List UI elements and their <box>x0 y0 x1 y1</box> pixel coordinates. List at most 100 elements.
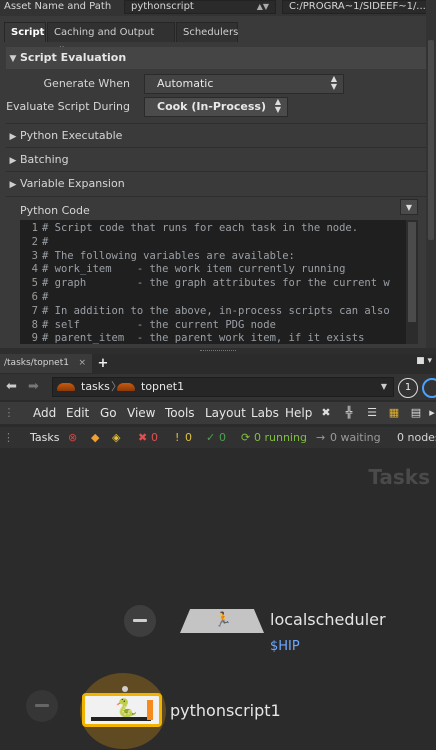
scheduler-figure-icon: 🏃 <box>214 612 232 628</box>
tab-network-path[interactable]: /tasks/topnet1 × <box>0 354 92 373</box>
generate-when-label: Generate When <box>43 77 130 90</box>
menu-help[interactable]: Help <box>285 402 312 424</box>
link-icon[interactable] <box>422 378 436 398</box>
tab-label: /tasks/topnet1 <box>4 358 69 368</box>
code-line: 1 # Script code that runs for each task i… <box>31 222 359 234</box>
top-context-icon <box>57 383 75 391</box>
wrench-icon[interactable]: ✖ <box>320 407 332 419</box>
running-count: 0 running <box>254 431 307 444</box>
running-icon: ⟳ <box>241 431 251 444</box>
tree-icon[interactable]: ╬ <box>343 407 355 419</box>
menu-layout[interactable]: Layout <box>205 402 246 424</box>
section-title: Script Evaluation <box>20 51 127 64</box>
divider <box>6 123 426 124</box>
grid-color-icon[interactable]: ▦ <box>388 407 400 419</box>
nodes-count: 0 nodes <box>397 431 436 444</box>
localscheduler-node[interactable]: 🏃 <box>180 609 264 633</box>
input-connector-icon[interactable] <box>122 686 128 692</box>
cancel-circle-icon[interactable]: ⊗ <box>68 427 77 449</box>
done-count: 0 <box>219 431 226 444</box>
context-watermark: Tasks <box>368 465 430 489</box>
tab-script[interactable]: Script <box>4 22 46 42</box>
check-icon: ✓ <box>206 431 216 444</box>
evaluate-during-value: Cook (In-Process) <box>157 100 266 113</box>
breadcrumb-tasks[interactable]: tasks <box>57 378 110 396</box>
warning-count: 0 <box>185 431 192 444</box>
pin-badge[interactable]: 1 <box>398 378 418 398</box>
chevron-updown-icon[interactable]: ▲▼ <box>257 1 269 13</box>
menu-view[interactable]: View <box>127 402 155 424</box>
breadcrumb-topnet[interactable]: topnet1 <box>117 378 184 396</box>
list-icon[interactable]: ☰ <box>366 407 378 419</box>
failed-count: 0 <box>151 431 158 444</box>
code-line: 2 # <box>31 235 49 248</box>
task-status-bar: ⋮ Tasks ⊗ ◆ ◈ ✖ 0 ! 0 ✓ 0 ⟳ 0 running → … <box>0 426 436 448</box>
section-batching[interactable]: ▶ Batching <box>6 149 426 171</box>
code-scrollbar[interactable] <box>406 220 418 344</box>
path-bar: ⬅ ➡ tasks 〉 topnet1 ▼ 1 <box>0 374 436 400</box>
expand-triangle-icon[interactable]: ▶ <box>6 150 20 172</box>
add-tab-button[interactable]: + <box>96 354 110 373</box>
menu-labs[interactable]: Labs <box>251 402 279 424</box>
minus-icon <box>35 704 49 707</box>
more-arrow-icon[interactable]: ▸ <box>428 407 436 419</box>
bypass-toggle[interactable] <box>26 690 58 722</box>
cook-output-icon[interactable]: ◈ <box>112 427 120 449</box>
section-title: Batching <box>20 153 69 166</box>
python-code-editor[interactable]: 1 # Script code that runs for each task i… <box>20 220 406 344</box>
failed-x-icon: ✖ <box>138 431 148 444</box>
section-title: Python Executable <box>20 129 123 142</box>
node-sublabel-hip: $HIP <box>270 639 300 654</box>
cook-run-icon[interactable]: ◆ <box>91 427 99 449</box>
node-label-pythonscript1: pythonscript1 <box>170 701 281 720</box>
asset-name-label: Asset Name and Path <box>4 1 112 12</box>
code-line: 8 # self - the current PDG node <box>31 318 276 331</box>
node-label-localscheduler: localscheduler <box>270 610 386 629</box>
section-python-executable[interactable]: ▶ Python Executable <box>6 125 426 147</box>
menu-go[interactable]: Go <box>100 402 117 424</box>
menu-edit[interactable]: Edit <box>66 402 89 424</box>
network-menu-bar: ⋮ Add Edit Go View Tools Layout Labs Hel… <box>0 402 436 424</box>
generate-when-value: Automatic <box>157 77 214 90</box>
warning-icon: ! <box>175 431 180 444</box>
forward-arrow-icon[interactable]: ➡ <box>28 379 39 394</box>
code-line: 7 # In addition to the above, in-process … <box>31 304 390 317</box>
code-line: 9 # parent_item - the parent work item, i… <box>31 332 365 344</box>
expand-triangle-icon[interactable]: ▶ <box>6 126 20 148</box>
generate-when-menu[interactable]: Automatic ▲ ▼ <box>144 74 344 94</box>
expand-triangle-icon[interactable]: ▶ <box>6 174 20 196</box>
back-arrow-icon[interactable]: ⬅ <box>6 379 17 394</box>
layout-icon[interactable]: ▤ <box>410 407 422 419</box>
pane-menu-icon[interactable]: ■ ▾ <box>416 356 432 366</box>
bypass-toggle[interactable] <box>124 605 156 637</box>
section-script-evaluation[interactable]: ▼ Script Evaluation <box>6 47 426 69</box>
section-variable-expansion[interactable]: ▶ Variable Expansion <box>6 173 426 195</box>
tab-caching-output[interactable]: Caching and Output Files <box>47 22 175 57</box>
evaluate-during-menu[interactable]: Cook (In-Process) ▲ ▼ <box>144 97 288 117</box>
menu-add[interactable]: Add <box>33 402 56 424</box>
menu-tools[interactable]: Tools <box>165 402 195 424</box>
chevron-down-icon[interactable]: ▼ <box>381 378 387 396</box>
top-context-icon <box>117 383 135 391</box>
network-editor-canvas[interactable]: Tasks 🏃 localscheduler $HIP 🐍 pythonscri… <box>0 449 436 750</box>
asset-path-field[interactable]: C:/PROGRA~1/SIDEEF~1/... <box>282 0 436 14</box>
code-menu-button[interactable]: ▼ <box>400 199 418 215</box>
display-flag-icon[interactable] <box>147 700 153 720</box>
tab-schedulers[interactable]: Schedulers <box>176 22 238 42</box>
splitter-grip[interactable] <box>200 350 236 352</box>
asset-name-field[interactable]: pythonscript ▲▼ <box>124 0 276 14</box>
collapse-triangle-icon[interactable]: ▼ <box>6 48 20 70</box>
parameter-tabs: Script Caching and Output Files Schedule… <box>0 22 436 57</box>
pane-scrollbar[interactable] <box>426 0 436 348</box>
close-icon[interactable]: × <box>78 354 86 373</box>
divider <box>6 147 426 148</box>
waiting-arrow-icon: → <box>316 431 326 444</box>
scrollbar-thumb[interactable] <box>408 222 416 322</box>
network-path-field[interactable]: tasks 〉 topnet1 ▼ <box>52 377 394 397</box>
node-status-strip <box>91 717 151 721</box>
scrollbar-thumb[interactable] <box>428 40 434 240</box>
code-line: 4 # work_item - the work item currently r… <box>31 263 346 276</box>
pythonscript-node[interactable]: 🐍 <box>82 686 162 727</box>
divider <box>6 196 426 197</box>
divider <box>6 171 426 172</box>
